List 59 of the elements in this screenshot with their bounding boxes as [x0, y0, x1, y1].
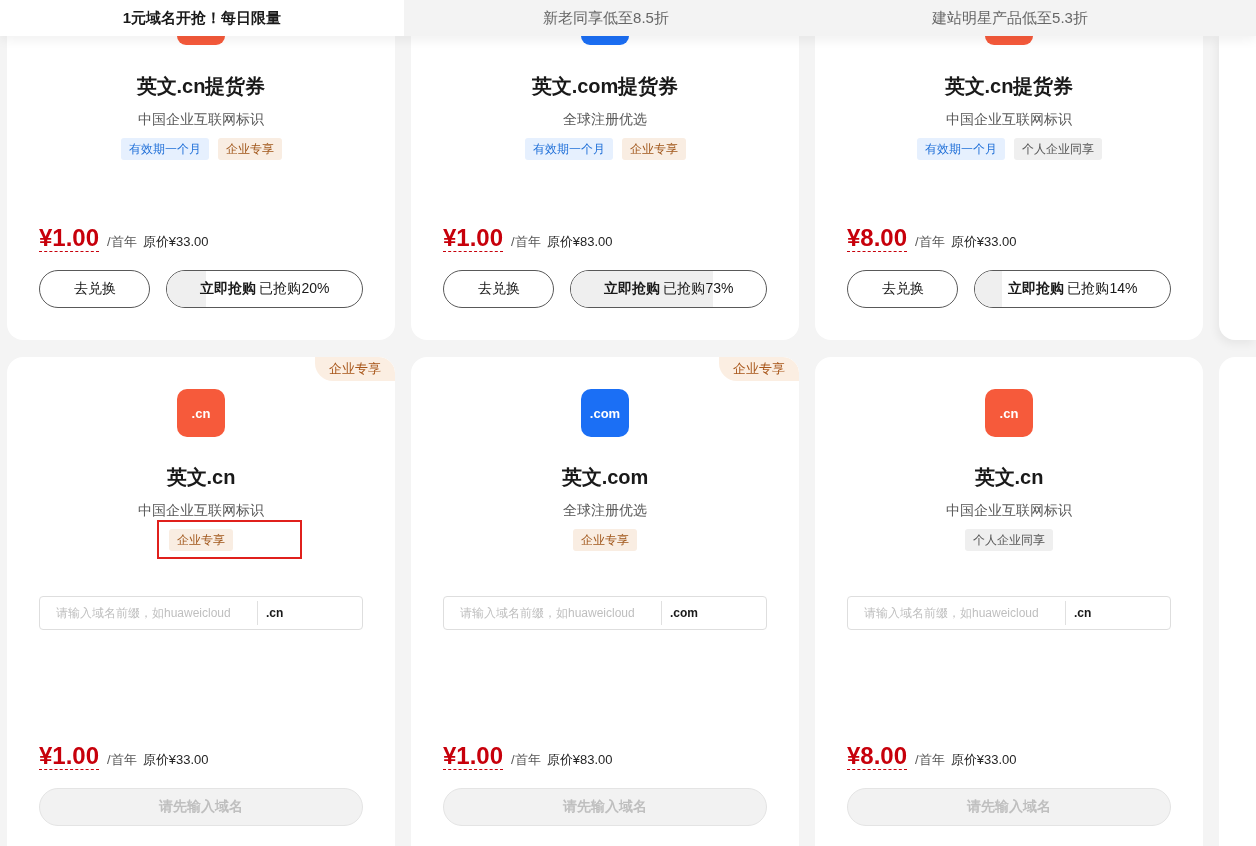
price-unit: /首年: [107, 233, 137, 251]
tld-logo: .cn: [177, 389, 225, 437]
tag: 企业专享: [169, 529, 233, 551]
price: ¥1.00: [443, 743, 504, 770]
card-subtitle: 中国企业互联网标识: [138, 110, 264, 129]
card-title: 英文.cn提货券: [944, 74, 1074, 99]
tag: 企业专享: [621, 138, 686, 160]
tld-logo: .cn: [985, 389, 1033, 437]
tld-suffix: .com: [669, 606, 698, 620]
tag: 个人企业同享: [1013, 138, 1102, 160]
corner-badge: 企业专享: [719, 357, 799, 381]
card-subtitle: 中国企业互联网标识: [946, 501, 1072, 520]
price-unit: /首年: [511, 233, 541, 251]
domain-input-field[interactable]: 请输入域名前缀，如huaweicloud .cn: [847, 596, 1171, 630]
buy-button[interactable]: 立即抢购 已抢购14%: [974, 270, 1171, 308]
buy-button[interactable]: 立即抢购 已抢购73%: [570, 270, 767, 308]
card-title: 英文.cn: [974, 465, 1044, 490]
card-title: 英文.cn: [166, 465, 236, 490]
domain-input-field[interactable]: 请输入域名前缀，如huaweicloud .com: [443, 596, 767, 630]
tab[interactable]: 1元域名开抢！每日限量: [0, 0, 404, 36]
card-subtitle: 中国企业互联网标识: [946, 110, 1072, 129]
tab[interactable]: 新老同享低至8.5折: [404, 0, 808, 36]
price-unit: /首年: [915, 233, 945, 251]
tag: 有效期一个月: [120, 138, 209, 160]
price-unit: /首年: [915, 751, 945, 769]
original-price: 原价¥83.00: [546, 751, 613, 769]
tag: 有效期一个月: [916, 138, 1005, 160]
price-unit: /首年: [107, 751, 137, 769]
original-price: 原价¥33.00: [950, 233, 1017, 251]
card-subtitle: 全球注册优选: [563, 110, 647, 129]
tab[interactable]: 建站明星产品低至5.3折: [808, 0, 1212, 36]
price-unit: /首年: [511, 751, 541, 769]
card-subtitle: 中国企业互联网标识: [138, 501, 264, 520]
tag: 企业专享: [573, 529, 637, 551]
price: ¥1.00: [39, 225, 100, 252]
original-price: 原价¥33.00: [142, 751, 209, 769]
redeem-button[interactable]: 去兑换: [443, 270, 554, 308]
tld-logo: .com: [581, 389, 629, 437]
redeem-button[interactable]: 去兑换: [847, 270, 958, 308]
domain-input-field[interactable]: 请输入域名前缀，如huaweicloud .cn: [39, 596, 363, 630]
original-price: 原价¥83.00: [546, 233, 613, 251]
price: ¥1.00: [39, 743, 100, 770]
price: ¥1.00: [443, 225, 504, 252]
original-price: 原价¥33.00: [950, 751, 1017, 769]
corner-badge: 企业专享: [315, 357, 395, 381]
tag: 企业专享: [217, 138, 282, 160]
card-title: 英文.com: [561, 465, 649, 490]
tld-suffix: .cn: [1073, 606, 1092, 620]
tld-suffix: .cn: [265, 606, 284, 620]
original-price: 原价¥33.00: [142, 233, 209, 251]
buy-button[interactable]: 立即抢购 已抢购20%: [166, 270, 363, 308]
price: ¥8.00: [847, 743, 908, 770]
card-subtitle: 全球注册优选: [563, 501, 647, 520]
card-title: 英文.com提货券: [531, 74, 679, 99]
card-title: 英文.cn提货券: [136, 74, 266, 99]
redeem-button[interactable]: 去兑换: [39, 270, 150, 308]
tag: 有效期一个月: [524, 138, 613, 160]
price: ¥8.00: [847, 225, 908, 252]
tag: 个人企业同享: [965, 529, 1053, 551]
